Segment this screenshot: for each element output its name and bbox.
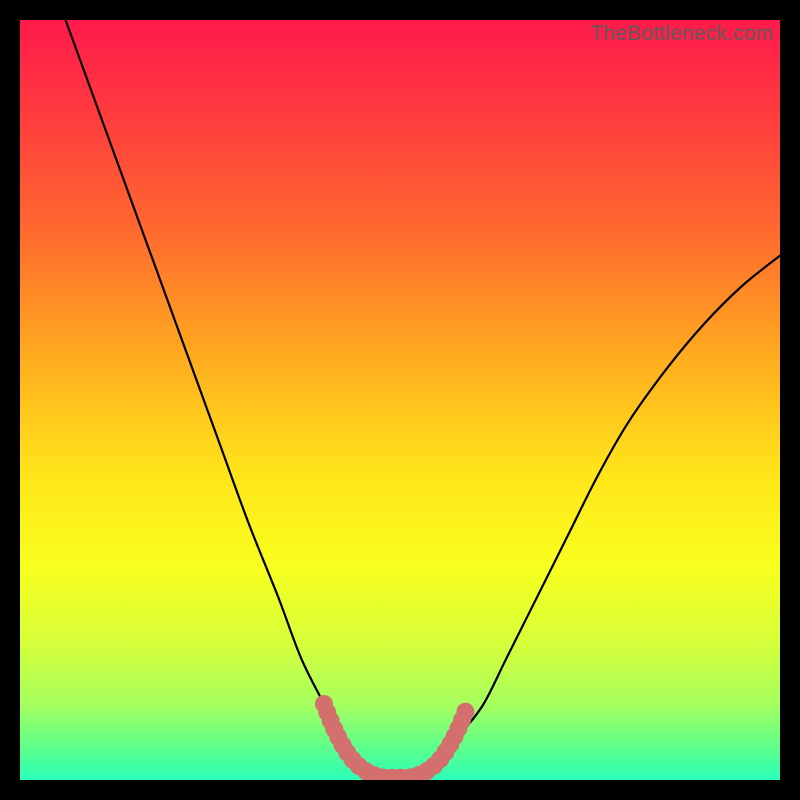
watermark-label: TheBottleneck.com xyxy=(591,22,774,46)
bottleneck-chart xyxy=(20,20,780,780)
highlight-dot xyxy=(456,703,474,721)
gradient-background xyxy=(20,20,780,780)
chart-frame: TheBottleneck.com xyxy=(20,20,780,780)
